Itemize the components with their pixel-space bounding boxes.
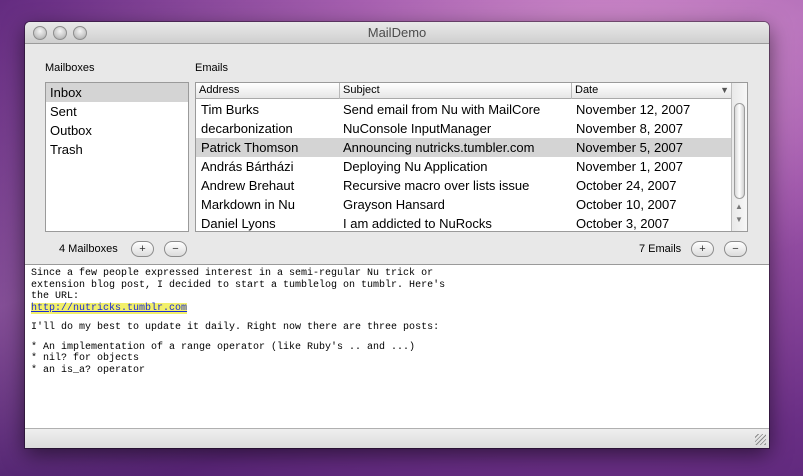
- scroll-down-arrow-icon[interactable]: ▼: [735, 215, 743, 224]
- message-line: extension blog post, I decided to start …: [31, 279, 446, 291]
- mailbox-item-outbox[interactable]: Outbox: [46, 121, 188, 140]
- row-subject: Grayson Hansard: [343, 197, 445, 212]
- row-date: November 5, 2007: [576, 140, 683, 155]
- table-row[interactable]: Daniel Lyons I am addicted to NuRocks Oc…: [196, 214, 733, 231]
- row-date: October 24, 2007: [576, 178, 677, 193]
- table-header: Address Subject Date ▼: [196, 83, 747, 99]
- title-bar[interactable]: MailDemo: [25, 22, 769, 44]
- email-count: 7 Emails: [639, 243, 682, 255]
- maildemo-window: MailDemo Mailboxes Emails Inbox Sent Out…: [25, 22, 769, 448]
- row-address: Andrew Brehaut: [201, 178, 295, 193]
- table-row[interactable]: Tim Burks Send email from Nu with MailCo…: [196, 100, 733, 119]
- table-row[interactable]: Markdown in Nu Grayson Hansard October 1…: [196, 195, 733, 214]
- row-date: November 12, 2007: [576, 102, 691, 117]
- mailbox-list[interactable]: Inbox Sent Outbox Trash: [45, 82, 189, 232]
- row-address: Patrick Thomson: [201, 140, 299, 155]
- row-address: Markdown in Nu: [201, 197, 295, 212]
- sort-descending-icon: ▼: [720, 85, 729, 95]
- row-date: November 1, 2007: [576, 159, 683, 174]
- table-row[interactable]: András Bártházi Deploying Nu Application…: [196, 157, 733, 176]
- mailbox-item-sent[interactable]: Sent: [46, 102, 188, 121]
- row-subject: NuConsole InputManager: [343, 121, 492, 136]
- row-subject: Deploying Nu Application: [343, 159, 488, 174]
- window-title: MailDemo: [367, 25, 427, 40]
- table-row[interactable]: Andrew Brehaut Recursive macro over list…: [196, 176, 733, 195]
- remove-email-button[interactable]: −: [724, 241, 747, 257]
- mailbox-item-inbox[interactable]: Inbox: [46, 83, 188, 102]
- emails-label: Emails: [195, 62, 229, 74]
- row-subject: I am addicted to NuRocks: [343, 216, 492, 231]
- row-subject: Recursive macro over lists issue: [343, 178, 530, 193]
- mailbox-count: 4 Mailboxes: [59, 243, 118, 255]
- message-bullet: * an is_a? operator: [31, 364, 146, 376]
- message-line: the URL:: [31, 291, 80, 302]
- row-date: October 10, 2007: [576, 197, 677, 212]
- table-row-selected[interactable]: Patrick Thomson Announcing nutricks.tumb…: [196, 138, 733, 157]
- scrollbar-thumb[interactable]: [734, 103, 745, 199]
- column-header-subject[interactable]: Subject: [340, 83, 572, 99]
- table-body: Tim Burks Send email from Nu with MailCo…: [196, 100, 733, 231]
- row-date: October 3, 2007: [576, 216, 670, 231]
- email-table[interactable]: Address Subject Date ▼ Tim Burks Send em…: [195, 82, 748, 232]
- row-address: decarbonization: [201, 121, 293, 136]
- mailbox-item-trash[interactable]: Trash: [46, 140, 188, 159]
- scroll-up-arrow-icon[interactable]: ▲: [735, 202, 743, 211]
- message-line: I'll do my best to update it daily. Righ…: [31, 322, 440, 333]
- row-address: Tim Burks: [201, 102, 260, 117]
- resize-grip-icon[interactable]: [755, 434, 766, 445]
- row-address: Daniel Lyons: [201, 216, 276, 231]
- remove-mailbox-button[interactable]: −: [164, 241, 187, 257]
- message-link[interactable]: http://nutricks.tumblr.com: [31, 302, 188, 314]
- mailboxes-label: Mailboxes: [45, 62, 95, 74]
- column-header-address[interactable]: Address: [196, 83, 340, 99]
- column-header-date-label: Date: [575, 84, 599, 96]
- message-line: Since a few people expressed interest in…: [31, 268, 434, 279]
- row-date: November 8, 2007: [576, 121, 683, 136]
- table-row[interactable]: decarbonization NuConsole InputManager N…: [196, 119, 733, 138]
- row-address: András Bártházi: [201, 159, 294, 174]
- message-bullet: * nil? for objects: [31, 353, 140, 364]
- add-email-button[interactable]: +: [691, 241, 714, 257]
- row-subject: Send email from Nu with MailCore: [343, 102, 541, 117]
- status-bar: [25, 428, 769, 448]
- email-table-scrollbar[interactable]: ▲ ▼: [731, 83, 747, 231]
- column-header-date[interactable]: Date ▼: [572, 83, 733, 99]
- row-subject: Announcing nutricks.tumbler.com: [343, 140, 535, 155]
- message-body[interactable]: Since a few people expressed interest in…: [25, 264, 769, 428]
- message-bullet: * An implementation of a range operator …: [31, 341, 416, 353]
- add-mailbox-button[interactable]: +: [131, 241, 154, 257]
